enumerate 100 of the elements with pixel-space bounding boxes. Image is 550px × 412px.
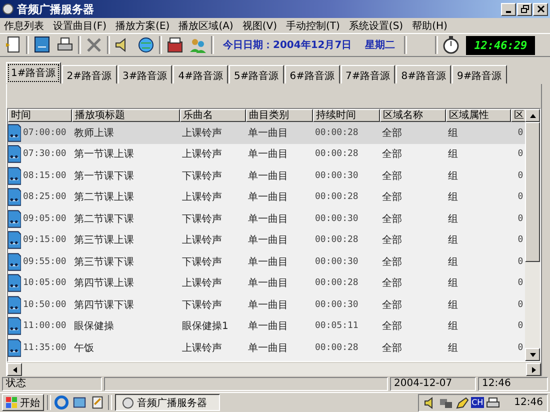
- table-row[interactable]: 10:50:00 第四节课下课 下课铃声 单一曲目 00:00:30 全部 组 0: [8, 294, 525, 316]
- table-cell-text: 00:00:28: [314, 235, 360, 246]
- tab[interactable]: 4#路音源: [173, 65, 228, 84]
- table-cell-text: 单一曲目: [247, 320, 289, 334]
- tab[interactable]: 1#路音源: [6, 62, 61, 84]
- table-cell-text: 组: [447, 256, 459, 269]
- tab[interactable]: 5#路音源: [229, 65, 284, 84]
- table-cell-text: 单一曲目: [247, 170, 289, 183]
- printer-icon[interactable]: [486, 396, 500, 410]
- table-row[interactable]: 09:15:00 第三节课上课 上课铃声 单一曲目 00:00:28 全部 组 0: [8, 230, 525, 251]
- column-header[interactable]: 乐曲名: [180, 109, 246, 122]
- menu-item[interactable]: 播放区域(A): [178, 18, 234, 32]
- tab[interactable]: 3#路音源: [118, 65, 172, 84]
- table-cell-text: 单一曲目: [247, 234, 289, 248]
- notepad-icon[interactable]: [90, 395, 105, 410]
- taskbar-clock: 12:46: [514, 397, 543, 408]
- table-cell-text: 0: [516, 128, 524, 138]
- table-cell-text: 上课铃声: [181, 342, 223, 355]
- status-field: 12:46: [478, 377, 548, 391]
- menu-item[interactable]: 手动控制(T): [286, 18, 340, 32]
- column-header[interactable]: 持续时间: [313, 109, 380, 122]
- minimize-button[interactable]: [501, 2, 516, 16]
- menu-item[interactable]: 作息列表: [4, 18, 44, 32]
- start-button[interactable]: 开始: [2, 394, 44, 411]
- music-file-icon: [8, 252, 21, 271]
- table-cell: 07:30:00: [23, 149, 66, 160]
- table-cell-text: 全部: [381, 190, 403, 204]
- window-title: 音频广播服务器: [17, 2, 94, 16]
- table-row[interactable]: 10:05:00 第四节课上课 上课铃声 单一曲目 00:00:28 全部 组 0: [8, 272, 525, 294]
- tab[interactable]: 2#路音源: [62, 65, 116, 84]
- table-cell-text: 0: [516, 214, 524, 224]
- column-header[interactable]: 播放项标题: [72, 109, 180, 122]
- table-cell-text: 0: [516, 256, 524, 267]
- music-file-icon: [8, 166, 21, 185]
- pencil-icon[interactable]: [454, 396, 469, 410]
- right-arrow-icon: [532, 366, 536, 372]
- menu-item[interactable]: 视图(V): [242, 18, 277, 32]
- input-method-indicator[interactable]: CH: [470, 397, 484, 408]
- table-cell-text: 全部: [381, 320, 403, 334]
- table-row[interactable]: 08:15:00 第一节课下课 下课铃声 单一曲目 00:00:30 全部 组 0: [8, 165, 525, 186]
- table-row[interactable]: 07:00:00 教师上课 上课铃声 单一曲目 00:00:28 全部 组 0: [8, 122, 525, 144]
- tab[interactable]: 7#路音源: [340, 65, 396, 84]
- vertical-scrollbar[interactable]: [525, 109, 540, 361]
- status-field: 2004-12-07: [390, 377, 476, 391]
- table-cell: 09:55:00: [23, 256, 66, 267]
- table-cell-text: 0: [516, 321, 524, 332]
- table-cell: 09:05:00: [23, 214, 66, 224]
- restore-icon: [520, 5, 528, 13]
- column-header[interactable]: 区域属性: [446, 109, 511, 122]
- menu-item[interactable]: 帮助(H): [412, 18, 448, 32]
- globe-icon[interactable]: [136, 35, 156, 55]
- table-cell-text: 第二节课上课: [73, 190, 135, 204]
- table-cell-text: 00:00:30: [314, 300, 360, 310]
- music-file-icon: [8, 296, 21, 314]
- table-cell-text: 00:00:28: [314, 149, 360, 160]
- table-row[interactable]: 11:35:00 午饭 上课铃声 单一曲目 00:00:28 全部 组 0: [8, 337, 525, 358]
- table-row[interactable]: 11:00:00 眼保健操 眼保健操1 单一曲目 00:05:11 全部 组 0: [8, 316, 525, 337]
- music-file-icon: [8, 188, 21, 206]
- status-field: 状态: [2, 377, 102, 391]
- table-cell-text: 全部: [381, 342, 403, 355]
- table-cell-text: 00:00:28: [314, 278, 360, 288]
- table-cell-text: 上课铃声: [181, 126, 223, 140]
- table-cell-text: 单一曲目: [247, 212, 289, 226]
- table-cell-text: 上课铃声: [181, 190, 223, 204]
- table-row[interactable]: 09:05:00 第二节课下课 下课铃声 单一曲目 00:00:30 全部 组 0: [8, 208, 525, 230]
- horizontal-scrollbar[interactable]: [7, 363, 541, 376]
- close-button[interactable]: [533, 2, 548, 16]
- table-cell-text: 0: [516, 342, 524, 353]
- table-cell-text: 上课铃声: [181, 148, 223, 162]
- restore-button[interactable]: [517, 2, 532, 16]
- tab[interactable]: 9#路音源: [452, 65, 507, 84]
- column-header[interactable]: 区域名称: [380, 109, 446, 122]
- table-cell-text: 单一曲目: [247, 190, 289, 204]
- table-cell-text: 0: [516, 278, 524, 288]
- table-cell-text: 单一曲目: [247, 148, 289, 162]
- table-cell-text: 组: [447, 170, 459, 183]
- column-header[interactable]: 区: [511, 109, 525, 122]
- tab[interactable]: 8#路音源: [396, 65, 451, 84]
- app-icon: [2, 3, 14, 15]
- column-header[interactable]: 曲目类别: [246, 109, 313, 122]
- table-cell-text: 00:00:30: [314, 256, 360, 267]
- column-header[interactable]: 时间: [8, 109, 72, 122]
- browser-icon[interactable]: [54, 395, 69, 410]
- table-cell-text: 上课铃声: [181, 276, 223, 290]
- table-cell-text: 下课铃声: [181, 298, 223, 312]
- tab[interactable]: 6#路音源: [284, 65, 340, 84]
- menu-item[interactable]: 设置曲目(F): [53, 18, 107, 32]
- stopwatch-icon[interactable]: [441, 35, 462, 55]
- table-cell: 11:00:00: [23, 321, 66, 332]
- table-row[interactable]: 08:25:00 第二节课上课 上课铃声 单一曲目 00:00:28 全部 组 0: [8, 186, 525, 208]
- menu-item[interactable]: 播放方案(E): [116, 18, 170, 32]
- table-cell-text: 单一曲目: [247, 276, 289, 290]
- menu-item[interactable]: 系统设置(S): [348, 18, 404, 32]
- table-cell: 07:00:00: [23, 128, 66, 138]
- table-row[interactable]: 07:30:00 第一节课上课 上课铃声 单一曲目 00:00:28 全部 组 0: [8, 144, 525, 165]
- table-cell-text: 第四节课下课: [73, 298, 135, 312]
- table-cell-text: 00:00:28: [314, 192, 360, 202]
- taskbar-button[interactable]: 音频广播服务器: [115, 394, 220, 411]
- table-row[interactable]: 09:55:00 第三节课下课 下课铃声 单一曲目 00:00:30 全部 组 0: [8, 251, 525, 272]
- windows-logo-icon: [6, 396, 18, 408]
